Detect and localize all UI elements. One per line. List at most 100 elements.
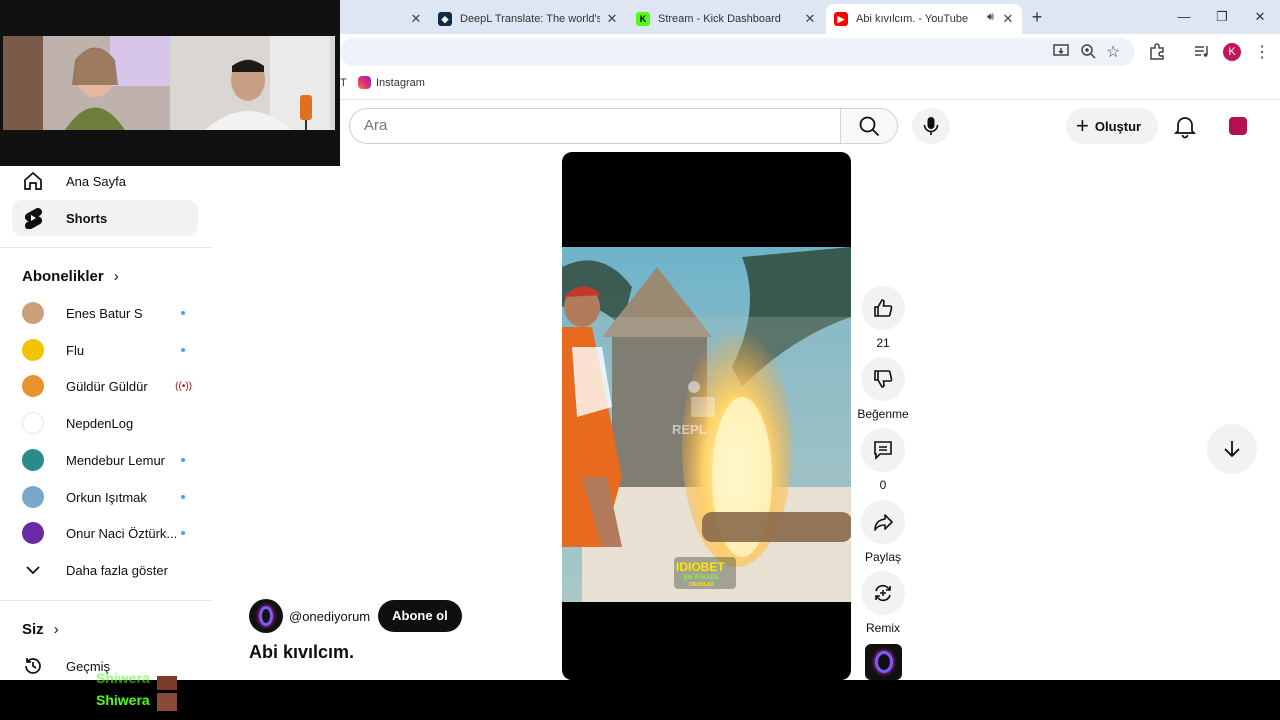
install-app-icon[interactable] bbox=[1052, 42, 1072, 62]
subscription-name: Orkun Işıtmak bbox=[66, 489, 147, 505]
channel-info: @onediyorum Abone ol bbox=[249, 599, 462, 633]
like-count: 21 bbox=[876, 336, 890, 350]
comments-button[interactable] bbox=[861, 428, 905, 472]
tab-deepl[interactable]: ◆ DeepL Translate: The world's m ✕ bbox=[430, 4, 626, 34]
channel-avatar bbox=[22, 375, 44, 397]
tab-youtube[interactable]: ▶ Abi kıvılcım. - YouTube 🔊︎ ✕ bbox=[826, 4, 1022, 34]
subscription-item[interactable]: Onur Naci Öztürk... bbox=[22, 518, 192, 548]
live-icon: ((•)) bbox=[175, 380, 192, 392]
subscription-item[interactable]: NepdenLog bbox=[22, 408, 192, 438]
subscription-item[interactable]: Mendebur Lemur bbox=[22, 445, 192, 475]
sidebar-item-home[interactable]: Ana Sayfa bbox=[12, 163, 198, 199]
channel-avatar bbox=[22, 412, 44, 434]
bookmark-star-icon[interactable]: ☆ bbox=[1106, 42, 1126, 62]
share-action[interactable]: Paylaş bbox=[861, 500, 905, 564]
search-input[interactable]: Ara bbox=[349, 108, 841, 144]
comment-icon bbox=[874, 441, 892, 460]
show-more-button[interactable]: Daha fazla göster bbox=[22, 555, 192, 585]
like-button[interactable] bbox=[861, 286, 905, 330]
instagram-icon bbox=[358, 76, 371, 89]
close-icon[interactable]: ✕ bbox=[802, 11, 818, 27]
new-content-dot bbox=[181, 458, 185, 462]
channel-avatar bbox=[22, 522, 44, 544]
subscription-name: Onur Naci Öztürk... bbox=[66, 525, 178, 541]
close-icon[interactable]: ✕ bbox=[408, 11, 424, 27]
close-icon[interactable]: ✕ bbox=[604, 11, 620, 27]
channel-avatar bbox=[22, 339, 44, 361]
subscription-name: Güldür Güldür bbox=[66, 378, 148, 394]
subscription-name: Enes Batur S bbox=[66, 305, 143, 321]
chat-username: Shiwera bbox=[96, 692, 150, 708]
you-header[interactable]: Siz › bbox=[22, 621, 59, 638]
channel-avatar bbox=[22, 486, 44, 508]
bookmark-item[interactable]: T bbox=[340, 77, 347, 89]
subscription-item[interactable]: Enes Batur S bbox=[22, 298, 192, 328]
shorts-icon bbox=[21, 206, 45, 230]
subscription-name: NepdenLog bbox=[66, 415, 134, 431]
search-icon bbox=[859, 116, 880, 137]
plus-icon: + bbox=[1076, 113, 1089, 138]
channel-avatar bbox=[22, 449, 44, 471]
comments-action[interactable]: 0 bbox=[861, 428, 905, 492]
close-window-button[interactable]: ✕ bbox=[1249, 6, 1271, 28]
video-watermark: REPL bbox=[672, 422, 707, 437]
subscription-item[interactable]: Orkun Işıtmak bbox=[22, 482, 192, 512]
stream-chat-overlay: Shiwera Shiwera bbox=[0, 670, 1280, 720]
dislike-action[interactable]: Beğenme bbox=[857, 357, 909, 421]
account-avatar[interactable] bbox=[1229, 117, 1247, 135]
share-button[interactable] bbox=[861, 500, 905, 544]
voice-search-button[interactable] bbox=[912, 108, 950, 144]
shorts-player[interactable]: REPL IDIOBET EN YÜKSEK ORANLAR bbox=[562, 152, 851, 680]
thumbs-up-icon bbox=[874, 299, 893, 317]
subscription-item[interactable]: Flu bbox=[22, 335, 192, 365]
channel-avatar bbox=[22, 302, 44, 324]
next-video-button[interactable] bbox=[1207, 424, 1257, 474]
like-action[interactable]: 21 bbox=[861, 286, 905, 350]
subscribe-button[interactable]: Abone ol bbox=[378, 600, 462, 632]
sponsor-subtext: EN YÜKSEK bbox=[684, 574, 720, 581]
restore-button[interactable]: ❐ bbox=[1211, 6, 1233, 28]
media-control-icon[interactable] bbox=[1193, 42, 1213, 62]
tab-kick[interactable]: K Stream - Kick Dashboard ✕ bbox=[628, 4, 824, 34]
remix-action[interactable]: Remix bbox=[861, 571, 905, 635]
close-icon[interactable]: ✕ bbox=[1000, 11, 1016, 27]
chevron-right-icon: › bbox=[53, 621, 59, 638]
speaker-icon[interactable]: 🔊︎ bbox=[987, 11, 994, 24]
sound-thumbnail[interactable] bbox=[865, 644, 902, 680]
minimize-button[interactable]: — bbox=[1173, 6, 1195, 28]
sidebar-item-shorts[interactable]: Shorts bbox=[12, 200, 198, 236]
create-button[interactable]: + Oluştur bbox=[1066, 108, 1158, 144]
address-bar[interactable] bbox=[340, 38, 1135, 66]
new-tab-button[interactable]: + bbox=[1026, 6, 1048, 28]
arrow-down-icon bbox=[1224, 441, 1240, 458]
remix-button[interactable] bbox=[861, 571, 905, 615]
notifications-bell-icon[interactable] bbox=[1172, 113, 1198, 139]
channel-logo-icon bbox=[259, 606, 273, 626]
new-content-dot bbox=[181, 311, 185, 315]
history-icon bbox=[22, 655, 44, 677]
channel-logo-icon bbox=[874, 651, 893, 673]
bookmark-instagram[interactable]: Instagram bbox=[358, 76, 425, 89]
tab-blank[interactable]: ✕ bbox=[340, 4, 430, 34]
video-title: Abi kıvılcım. bbox=[249, 642, 355, 662]
search-button[interactable] bbox=[840, 108, 898, 144]
webcam-overlay bbox=[0, 0, 340, 166]
subscription-name: Flu bbox=[66, 342, 85, 358]
menu-kebab-icon[interactable]: ⋮ bbox=[1254, 42, 1274, 62]
channel-avatar[interactable] bbox=[249, 599, 283, 633]
divider bbox=[0, 600, 212, 601]
new-content-dot bbox=[181, 531, 185, 535]
subscriptions-header[interactable]: Abonelikler › bbox=[22, 268, 119, 285]
chevron-right-icon: › bbox=[113, 268, 119, 285]
channel-handle[interactable]: @onediyorum bbox=[289, 609, 370, 624]
home-icon bbox=[21, 169, 45, 193]
extensions-icon[interactable] bbox=[1148, 42, 1168, 62]
profile-avatar[interactable]: K bbox=[1223, 43, 1241, 61]
remix-icon bbox=[875, 584, 891, 602]
subscription-item[interactable]: Güldür Güldür ((•)) bbox=[22, 371, 192, 401]
dislike-label: Beğenme bbox=[857, 407, 909, 421]
new-content-dot bbox=[181, 495, 185, 499]
dislike-button[interactable] bbox=[861, 357, 905, 401]
zoom-icon[interactable] bbox=[1079, 42, 1099, 62]
chevron-down-icon bbox=[22, 565, 44, 575]
